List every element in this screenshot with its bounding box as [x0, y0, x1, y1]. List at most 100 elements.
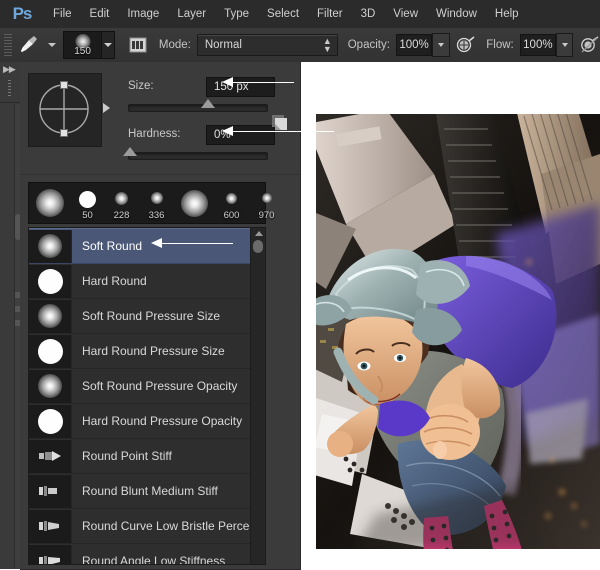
flow-chevron-down-icon[interactable]: [556, 33, 574, 57]
hardness-slider-thumb[interactable]: [123, 147, 137, 156]
list-item-label: Hard Round Pressure Size: [82, 344, 225, 358]
list-item[interactable]: Round Blunt Medium Stiff: [29, 474, 265, 509]
menu-filter[interactable]: Filter: [308, 0, 352, 28]
hardness-slider[interactable]: [123, 147, 268, 160]
brush-thumbnail-bristle-blunt: [29, 474, 72, 508]
brush-thumbnail-hard: [29, 334, 72, 368]
list-item-label: Round Blunt Medium Stiff: [82, 484, 218, 498]
dock-divider: [0, 102, 20, 103]
menu-layer[interactable]: Layer: [168, 0, 215, 28]
collapsed-tool-dock[interactable]: ▶▶: [0, 62, 21, 569]
list-item[interactable]: Round Curve Low Bristle Percent: [29, 509, 265, 544]
menu-type[interactable]: Type: [215, 0, 258, 28]
brush-thumb-label: 336: [148, 210, 165, 221]
tablet-pressure-icon[interactable]: [579, 33, 600, 57]
options-bar: 150 Mode: Normal ▲ ▼ Opacity: 100% Flow:…: [0, 28, 600, 63]
brush-thumbnail-soft: [29, 369, 72, 403]
menu-file[interactable]: File: [44, 0, 81, 28]
menu-help[interactable]: Help: [486, 0, 528, 28]
toggle-brush-panel-icon[interactable]: [127, 33, 149, 57]
opacity-label: Opacity:: [347, 39, 390, 51]
list-item-label: Round Point Stiff: [82, 449, 172, 463]
size-slider-thumb[interactable]: [201, 99, 215, 108]
brush-preset-picker-panel: Size: 150 px Hardness: 0% 50 228 336 600…: [20, 62, 301, 570]
size-slider[interactable]: [128, 99, 268, 112]
opacity-chevron-down-icon[interactable]: [432, 33, 450, 57]
brush-preset-picker[interactable]: 150: [62, 31, 103, 59]
options-bar-grip[interactable]: [4, 34, 12, 56]
menu-select[interactable]: Select: [258, 0, 308, 28]
brush-thumb[interactable]: 970: [249, 183, 284, 223]
brush-thumbnail-soft: [29, 229, 72, 263]
mode-label: Mode:: [158, 39, 191, 51]
new-brush-preset-icon[interactable]: [271, 114, 288, 131]
mode-stepper-icon: ▲ ▼: [322, 36, 332, 54]
flow-label: Flow:: [486, 39, 514, 51]
brush-size-readout: 150: [74, 46, 91, 57]
brush-preset-chevron-down-icon[interactable]: [102, 31, 115, 59]
brush-thumbnail-bristle-curve: [29, 509, 72, 543]
hardness-input[interactable]: 0%: [206, 125, 275, 145]
size-label: Size:: [128, 80, 154, 92]
brush-thumb-label: 50: [82, 210, 93, 221]
brush-thumb[interactable]: 228: [104, 183, 139, 223]
document-photo[interactable]: [316, 114, 600, 549]
list-item-label: Soft Round Pressure Size: [82, 309, 221, 323]
list-item[interactable]: Round Angle Low Stiffness: [29, 544, 265, 565]
list-item-label: Round Curve Low Bristle Percent: [82, 519, 260, 533]
brush-tool-icon[interactable]: [17, 33, 41, 57]
brush-thumbnail-soft: [29, 299, 72, 333]
list-item-label: Soft Round: [82, 239, 143, 253]
airbrush-icon[interactable]: [456, 33, 477, 57]
menu-3d[interactable]: 3D: [352, 0, 385, 28]
brush-thumb[interactable]: 600: [214, 183, 249, 223]
list-item-label: Round Angle Low Stiffness: [82, 554, 226, 565]
menu-edit[interactable]: Edit: [81, 0, 119, 28]
list-item-label: Soft Round Pressure Opacity: [82, 379, 238, 393]
menu-image[interactable]: Image: [118, 0, 168, 28]
list-item[interactable]: Soft Round: [29, 228, 265, 264]
flow-input[interactable]: 100%: [519, 34, 557, 56]
list-item[interactable]: Hard Round Pressure Size: [29, 334, 265, 369]
menu-window[interactable]: Window: [427, 0, 486, 28]
hardness-label: Hardness:: [128, 128, 181, 140]
blend-mode-select[interactable]: Normal ▲ ▼: [196, 34, 338, 56]
brush-thumbnail-hard: [29, 264, 72, 298]
blend-mode-value: Normal: [204, 39, 242, 51]
dock-grip[interactable]: [8, 80, 11, 96]
brush-thumbnail-hard: [29, 404, 72, 438]
list-item-label: Hard Round: [82, 274, 147, 288]
scroll-up-arrow-icon[interactable]: [255, 231, 263, 236]
scrollbar-thumb[interactable]: [253, 240, 263, 253]
photoshop-window: Ps File Edit Image Layer Type Select Fil…: [0, 0, 600, 570]
list-item[interactable]: Hard Round: [29, 264, 265, 299]
list-item[interactable]: Hard Round Pressure Opacity: [29, 404, 265, 439]
opacity-input[interactable]: 100%: [395, 34, 433, 56]
brush-thumbnail-bristle-point: [29, 439, 72, 473]
list-item[interactable]: Round Point Stiff: [29, 439, 265, 474]
menu-bar: Ps File Edit Image Layer Type Select Fil…: [0, 0, 600, 29]
brush-list-scrollbar[interactable]: [250, 228, 265, 564]
menu-view[interactable]: View: [384, 0, 427, 28]
expand-dock-icon[interactable]: ▶▶: [3, 64, 16, 75]
photoshop-logo: Ps: [12, 4, 33, 23]
size-input[interactable]: 150 px: [206, 77, 275, 97]
brush-thumb[interactable]: 50: [71, 183, 104, 223]
list-item[interactable]: Soft Round Pressure Size: [29, 299, 265, 334]
brush-thumb-label: 228: [113, 210, 130, 221]
brush-thumbnail-bristle-angle: [29, 544, 72, 564]
brush-thumb-label: 600: [223, 210, 240, 221]
brush-tip-expand-icon[interactable]: [103, 103, 110, 113]
brush-thumb-label: 970: [258, 210, 275, 221]
list-item-label: Hard Round Pressure Opacity: [82, 414, 243, 428]
brush-thumb[interactable]: [29, 183, 71, 223]
brush-tool-chevron-down-icon[interactable]: [47, 43, 56, 47]
list-item[interactable]: Soft Round Pressure Opacity: [29, 369, 265, 404]
brush-preset-list[interactable]: Soft Round Hard Round Soft Round Pressur…: [28, 227, 266, 565]
brush-panel-top-section: Size: 150 px Hardness: 0%: [20, 62, 300, 175]
brush-angle-roundness-icon[interactable]: [28, 73, 102, 147]
brush-size-thumbnail-strip[interactable]: 50 228 336 600 970: [28, 182, 274, 224]
document-canvas-area: [300, 62, 600, 569]
brush-thumb[interactable]: [174, 183, 214, 223]
brush-thumb[interactable]: 336: [139, 183, 174, 223]
